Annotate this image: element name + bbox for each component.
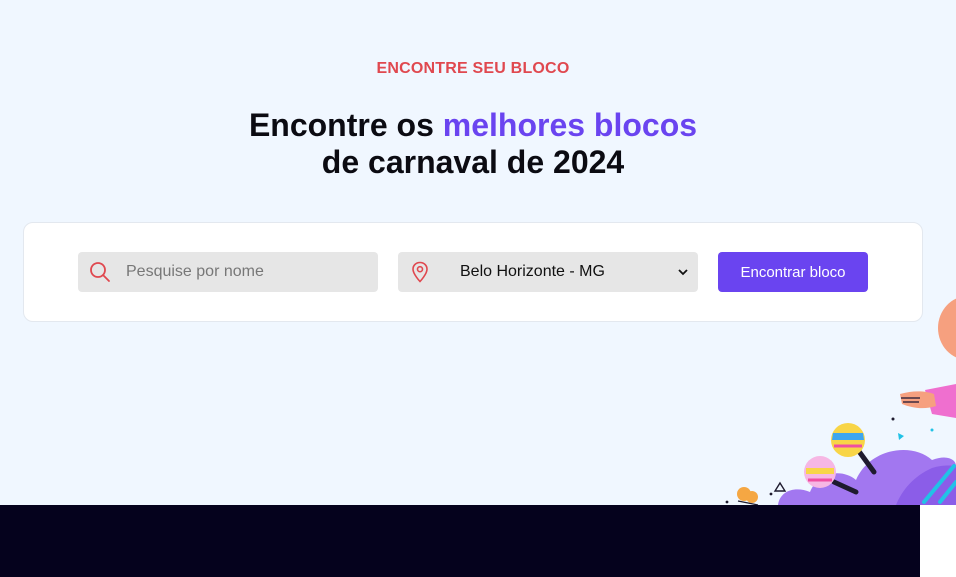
- city-select[interactable]: Belo Horizonte - MG: [398, 252, 698, 292]
- footer-band: [0, 505, 920, 577]
- search-icon: [78, 252, 122, 292]
- find-bloco-button[interactable]: Encontrar bloco: [718, 252, 868, 292]
- footer-side-panel: [920, 505, 956, 577]
- name-search-field[interactable]: [78, 252, 378, 292]
- hero-eyebrow: ENCONTRE SEU BLOCO: [376, 60, 570, 77]
- map-pin-icon: [398, 252, 442, 292]
- headline-text: Encontre os: [248, 107, 443, 143]
- hero-section: ENCONTRE SEU BLOCO Encontre os melhores …: [0, 0, 956, 505]
- name-search-input[interactable]: [126, 263, 366, 281]
- city-select-value: Belo Horizonte - MG: [460, 263, 605, 280]
- headline-line2: de carnaval de 2024: [321, 144, 625, 180]
- hero-headline: Encontre os melhores blocos de carnaval …: [0, 107, 946, 181]
- chevron-down-icon: [668, 268, 698, 276]
- carnival-illustration: [700, 290, 956, 505]
- headline-accent: melhores blocos: [442, 107, 698, 143]
